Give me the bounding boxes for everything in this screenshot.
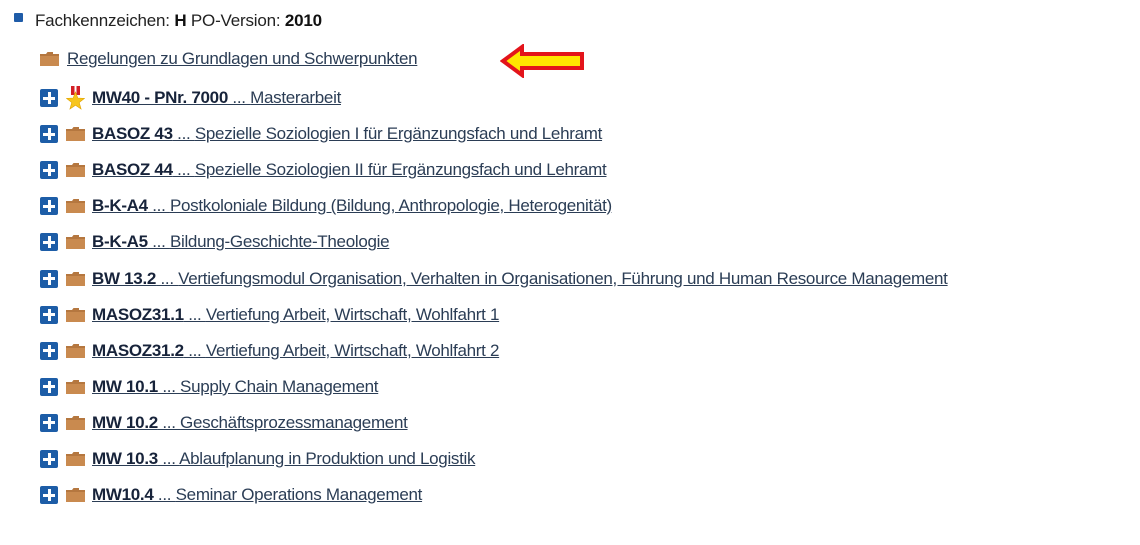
module-link[interactable]: MW 10.2 ... Geschäftsprozessmanagement bbox=[92, 413, 408, 433]
folder-icon bbox=[66, 379, 85, 394]
module-title: Bildung-Geschichte-Theologie bbox=[169, 232, 390, 252]
expand-plus-icon[interactable] bbox=[40, 269, 58, 288]
fachkennzeichen-label: Fachkennzeichen: bbox=[35, 11, 175, 30]
module-title: Geschäftsprozessmanagement bbox=[180, 412, 408, 432]
module-code: BW 13.2 bbox=[92, 268, 157, 288]
header-text: Fachkennzeichen: H PO-Version: 2010 bbox=[35, 11, 322, 31]
module-separator: ... bbox=[227, 88, 251, 107]
module-title: Supply Chain Management bbox=[180, 376, 379, 396]
folder-icon bbox=[66, 488, 85, 503]
module-row: MW40 - PNr. 7000 ... Masterarbeit bbox=[40, 84, 341, 112]
module-code: MW40 - PNr. 7000 bbox=[92, 88, 228, 107]
expand-plus-icon[interactable] bbox=[40, 413, 58, 432]
module-title: Ablaufplanung in Produktion und Logistik bbox=[179, 449, 476, 468]
folder-icon bbox=[66, 415, 85, 430]
po-version-value: 2010 bbox=[284, 11, 322, 30]
rules-row: Regelungen zu Grundlagen und Schwerpunkt… bbox=[40, 46, 418, 72]
expand-plus-icon[interactable] bbox=[40, 89, 58, 107]
module-separator: ... bbox=[183, 304, 206, 324]
module-separator: ... bbox=[157, 376, 181, 396]
module-title: Spezielle Soziologien I für Ergänzungsfa… bbox=[194, 124, 603, 144]
module-separator: ... bbox=[147, 232, 170, 252]
module-row: B-K-A4 ... Postkoloniale Bildung (Bildun… bbox=[40, 192, 612, 220]
expand-plus-icon[interactable] bbox=[40, 450, 58, 468]
module-code: BASOZ 43 bbox=[92, 124, 173, 144]
po-version-label: PO-Version: bbox=[186, 11, 285, 30]
module-row: BASOZ 43 ... Spezielle Soziologien I für… bbox=[40, 120, 602, 148]
module-link[interactable]: B-K-A4 ... Postkoloniale Bildung (Bildun… bbox=[92, 196, 612, 216]
module-separator: ... bbox=[147, 196, 170, 216]
module-title: Vertiefung Arbeit, Wirtschaft, Wohlfahrt… bbox=[205, 340, 500, 360]
module-row: BW 13.2 ... Vertiefungsmodul Organisatio… bbox=[40, 265, 948, 293]
module-link[interactable]: MW10.4 ... Seminar Operations Management bbox=[92, 485, 422, 505]
module-title: Spezielle Soziologien II für Ergänzungsf… bbox=[194, 160, 607, 180]
module-separator: ... bbox=[153, 485, 176, 505]
folder-icon bbox=[66, 343, 85, 358]
module-code: MW 10.2 bbox=[92, 412, 158, 432]
module-row: MASOZ31.1 ... Vertiefung Arbeit, Wirtsch… bbox=[40, 301, 499, 329]
expand-plus-icon[interactable] bbox=[40, 486, 58, 505]
expand-plus-icon[interactable] bbox=[40, 233, 58, 252]
module-link[interactable]: B-K-A5 ... Bildung-Geschichte-Theologie bbox=[92, 232, 390, 252]
module-separator: ... bbox=[172, 124, 195, 144]
module-row: MW 10.1 ... Supply Chain Management bbox=[40, 373, 379, 401]
module-tree: Fachkennzeichen: H PO-Version: 2010 Rege… bbox=[0, 0, 1140, 545]
tree-root-header: Fachkennzeichen: H PO-Version: 2010 bbox=[14, 10, 322, 32]
module-code: MW10.4 bbox=[92, 485, 154, 505]
module-code: B-K-A5 bbox=[92, 232, 148, 252]
module-link[interactable]: MASOZ31.2 ... Vertiefung Arbeit, Wirtsch… bbox=[92, 341, 499, 361]
module-row: B-K-A5 ... Bildung-Geschichte-Theologie bbox=[40, 228, 390, 256]
module-separator: ... bbox=[183, 340, 206, 360]
expand-plus-icon[interactable] bbox=[40, 197, 58, 216]
module-title: Seminar Operations Management bbox=[175, 485, 423, 505]
module-link[interactable]: MW 10.3 ... Ablaufplanung in Produktion … bbox=[92, 449, 476, 469]
module-separator: ... bbox=[172, 160, 195, 180]
expand-plus-icon[interactable] bbox=[40, 341, 58, 360]
award-star-icon bbox=[66, 86, 85, 110]
module-code: B-K-A4 bbox=[92, 196, 148, 216]
module-row: MW 10.3 ... Ablaufplanung in Produktion … bbox=[40, 445, 476, 473]
module-row: MASOZ31.2 ... Vertiefung Arbeit, Wirtsch… bbox=[40, 337, 499, 365]
fachkennzeichen-value: H bbox=[174, 11, 187, 30]
module-code: MASOZ31.1 bbox=[92, 304, 184, 324]
expand-plus-icon[interactable] bbox=[40, 161, 58, 180]
module-link[interactable]: MW 10.1 ... Supply Chain Management bbox=[92, 376, 379, 397]
expand-plus-icon[interactable] bbox=[40, 125, 58, 144]
module-code: MASOZ31.2 bbox=[92, 340, 184, 360]
folder-icon bbox=[66, 271, 85, 286]
module-code: MW 10.1 bbox=[92, 376, 158, 396]
module-separator: ... bbox=[157, 449, 180, 468]
module-link[interactable]: MW40 - PNr. 7000 ... Masterarbeit bbox=[92, 88, 341, 108]
module-row: BASOZ 44 ... Spezielle Soziologien II fü… bbox=[40, 156, 607, 184]
folder-icon bbox=[66, 235, 85, 250]
module-link[interactable]: MASOZ31.1 ... Vertiefung Arbeit, Wirtsch… bbox=[92, 305, 499, 325]
folder-icon bbox=[66, 452, 85, 466]
module-row: MW 10.2 ... Geschäftsprozessmanagement bbox=[40, 409, 408, 437]
module-link[interactable]: BASOZ 44 ... Spezielle Soziologien II fü… bbox=[92, 160, 607, 180]
expand-plus-icon[interactable] bbox=[40, 305, 58, 324]
module-title: Vertiefungsmodul Organisation, Verhalten… bbox=[178, 268, 948, 288]
folder-icon bbox=[40, 52, 59, 66]
expand-plus-icon[interactable] bbox=[40, 377, 58, 396]
rules-link[interactable]: Regelungen zu Grundlagen und Schwerpunkt… bbox=[67, 49, 418, 69]
folder-icon bbox=[66, 199, 85, 214]
module-row: MW10.4 ... Seminar Operations Management bbox=[40, 481, 422, 509]
module-link[interactable]: BW 13.2 ... Vertiefungsmodul Organisatio… bbox=[92, 269, 948, 289]
module-code: BASOZ 44 bbox=[92, 160, 173, 180]
module-link[interactable]: BASOZ 43 ... Spezielle Soziologien I für… bbox=[92, 124, 602, 144]
bullet-square-icon bbox=[14, 12, 23, 22]
module-code: MW 10.3 bbox=[92, 449, 158, 468]
folder-icon bbox=[66, 127, 85, 142]
module-title: Masterarbeit bbox=[250, 88, 341, 107]
folder-icon bbox=[66, 307, 85, 322]
module-title: Postkoloniale Bildung (Bildung, Anthropo… bbox=[169, 196, 612, 216]
red-arrow-annotation bbox=[500, 44, 584, 78]
module-title: Vertiefung Arbeit, Wirtschaft, Wohlfahrt… bbox=[205, 304, 500, 324]
folder-icon bbox=[66, 163, 85, 178]
module-separator: ... bbox=[157, 412, 181, 432]
module-separator: ... bbox=[156, 268, 179, 288]
